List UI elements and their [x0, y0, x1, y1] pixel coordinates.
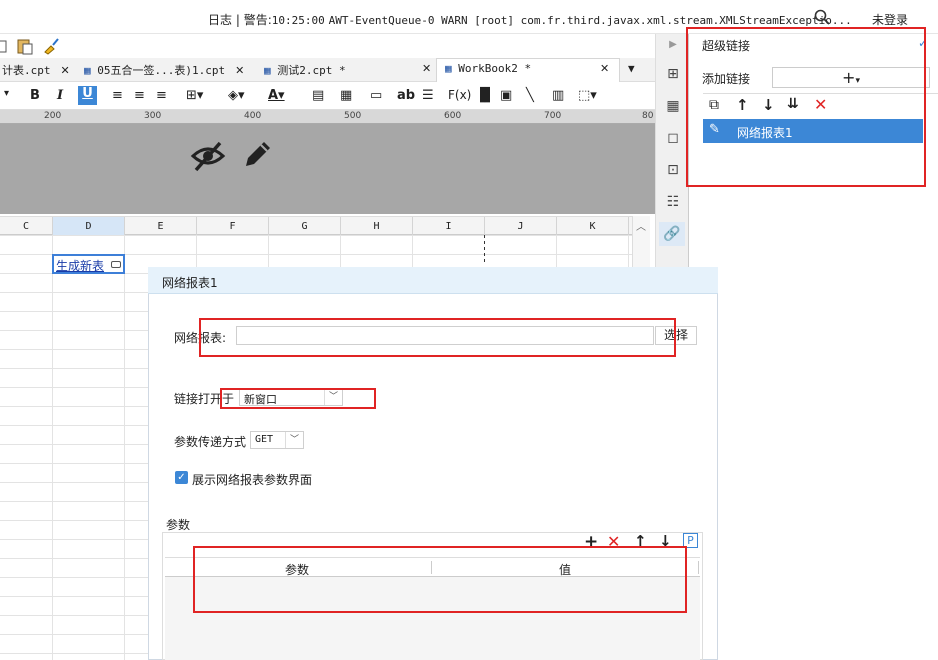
bold-button[interactable]: B: [30, 88, 40, 103]
format-toolbar: ▾ B I U ≡ ≡ ≡ ⊞▾ ◈▾ A▾ ▤ ▦ ▭ ab ☰ F(x) ▐…: [0, 82, 655, 110]
sheet-icon: ▦: [264, 64, 278, 77]
column-f[interactable]: F: [197, 217, 269, 236]
column-k[interactable]: K: [557, 217, 629, 236]
sheet-icon: ▦: [84, 64, 98, 77]
merge-cell-icon[interactable]: ▤: [312, 88, 324, 103]
warning-text: AWT-EventQueue-0 WARN [root] com.fr.thir…: [328, 14, 852, 27]
align-right-icon[interactable]: ≡: [156, 88, 167, 103]
tab-bar: 计表.cpt ✕ ▦ 05五合一签...表)1.cpt ✕ ▦ 测试2.cpt * …: [0, 58, 655, 82]
column-e[interactable]: E: [125, 217, 197, 236]
tab-file-3[interactable]: ▦ 测试2.cpt *: [264, 62, 346, 78]
close-icon[interactable]: ✕: [61, 64, 70, 77]
selected-cell-d2[interactable]: 生成新表: [52, 254, 125, 274]
close-icon[interactable]: ✕: [600, 62, 609, 75]
dialog-title: 网络报表1: [162, 276, 218, 290]
split-cell-icon[interactable]: ▦: [340, 88, 352, 103]
ruler: 200 300 400 500 600 700 80: [0, 110, 655, 124]
float-element-icon[interactable]: ◻: [663, 128, 683, 148]
close-icon[interactable]: ✕: [235, 64, 244, 77]
annotation-box: [193, 546, 687, 613]
image-icon[interactable]: ▣: [500, 88, 512, 103]
font-size-dropdown-icon[interactable]: ▾: [4, 88, 9, 99]
show-params-label: 展示网络报表参数界面: [192, 473, 313, 487]
border-icon[interactable]: ⊞▾: [186, 88, 203, 103]
more-insert-icon[interactable]: ⬚▾: [578, 88, 597, 103]
tab-file-1[interactable]: 计表.cpt ✕: [2, 62, 70, 78]
hide-icon[interactable]: [190, 140, 226, 172]
formula-icon[interactable]: F(x): [448, 88, 471, 102]
paragraph-icon[interactable]: ☰: [422, 88, 434, 103]
column-c[interactable]: C: [0, 217, 53, 236]
close-icon[interactable]: ✕: [422, 62, 431, 75]
chevron-down-icon: ﹀: [285, 432, 303, 448]
slash-icon[interactable]: ╲: [526, 88, 534, 103]
show-params-checkbox[interactable]: ✓: [175, 471, 188, 484]
chart-icon[interactable]: ▐▌: [475, 88, 495, 103]
column-h[interactable]: H: [341, 217, 413, 236]
scroll-up-icon[interactable]: ︿: [636, 218, 646, 233]
cell-widget-icon: [111, 261, 121, 268]
tab-file-2[interactable]: ▦ 05五合一签...表)1.cpt ✕: [84, 62, 244, 78]
edit-icon[interactable]: [240, 138, 274, 172]
annotation-box: [220, 388, 376, 409]
annotation-box: [686, 27, 926, 187]
login-link[interactable]: 未登录: [872, 11, 908, 28]
condition-attribute-icon[interactable]: ☷: [663, 192, 683, 212]
cell-attribute-icon[interactable]: ▦: [663, 96, 683, 116]
dialog-header: [148, 267, 718, 294]
method-select[interactable]: GET ﹀: [250, 431, 304, 449]
fill-color-icon[interactable]: ◈▾: [228, 88, 245, 103]
params-section-label: 参数: [166, 518, 191, 532]
log-message[interactable]: 日志 | 警告:10:25:00 AWT-EventQueue-0 WARN […: [208, 11, 852, 28]
report-header-area: [0, 124, 655, 214]
collapse-arrow-icon[interactable]: ▶: [663, 34, 683, 54]
paste-icon[interactable]: [16, 37, 34, 55]
method-label: 参数传递方式: [174, 435, 247, 449]
align-left-icon[interactable]: ≡: [112, 88, 123, 103]
hyperlink-icon[interactable]: 🔗: [659, 222, 685, 246]
text-icon[interactable]: ab: [397, 88, 415, 103]
annotation-box: [199, 318, 676, 357]
quick-toolbar: [0, 34, 655, 58]
align-center-icon[interactable]: ≡: [134, 88, 145, 103]
column-d[interactable]: D: [53, 217, 125, 236]
column-i[interactable]: I: [413, 217, 485, 236]
font-color-icon[interactable]: A▾: [268, 88, 285, 103]
tab-list-icon[interactable]: ▼: [628, 62, 635, 75]
format-painter-icon[interactable]: [42, 37, 60, 55]
tab-workbook2[interactable]: ▦ WorkBook2 *: [445, 62, 531, 75]
widget-settings-icon[interactable]: ⊡: [663, 160, 683, 180]
column-j[interactable]: J: [485, 217, 557, 236]
copy-icon[interactable]: [0, 38, 8, 54]
cell-element-icon[interactable]: ⊞: [663, 64, 683, 84]
column-g[interactable]: G: [269, 217, 341, 236]
italic-button[interactable]: I: [57, 88, 63, 103]
hyperlink-cell-text[interactable]: 生成新表: [56, 257, 104, 274]
sheet-icon: ▦: [445, 62, 459, 75]
warning-time: 10:25:00: [271, 14, 325, 27]
subreport-icon[interactable]: ▥: [552, 88, 564, 103]
column-header: C D E F G H I J K: [0, 216, 632, 236]
text-field-icon[interactable]: ▭: [370, 88, 382, 103]
log-label[interactable]: 日志: [208, 13, 232, 27]
underline-button[interactable]: U: [78, 86, 97, 105]
search-icon[interactable]: [814, 9, 830, 28]
warning-prefix: 警告:: [243, 13, 272, 27]
